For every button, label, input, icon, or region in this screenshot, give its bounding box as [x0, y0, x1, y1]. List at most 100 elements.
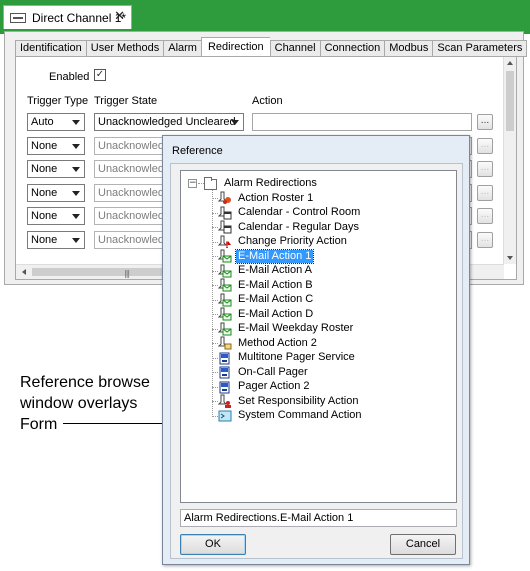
trigger-type-select[interactable]: None [27, 230, 85, 249]
tree-item[interactable]: E-Mail Action B [217, 278, 315, 292]
tab-alarm[interactable]: Alarm [163, 40, 201, 57]
pager-icon [218, 365, 232, 379]
close-icon[interactable]: ✕ [114, 9, 125, 24]
tab-modbus[interactable]: Modbus [384, 40, 433, 57]
collapse-icon[interactable]: − [188, 179, 197, 188]
tree-item[interactable]: Set Responsibility Action [217, 394, 360, 408]
tree-item[interactable]: E-Mail Action D [217, 307, 315, 321]
action-field[interactable] [252, 113, 472, 131]
document-tab[interactable]: Direct Channel 1* ✕ [3, 5, 132, 29]
trigger-type-value: None [31, 233, 58, 246]
email-icon [217, 322, 232, 336]
reference-tree[interactable]: − Alarm Redirections Action Roster 1 Calend… [180, 170, 457, 503]
tree-item-label: On-Call Pager [238, 365, 308, 378]
cancel-button[interactable]: Cancel [390, 534, 456, 555]
selected-path-field[interactable]: Alarm Redirections.E-Mail Action 1 [180, 509, 457, 527]
tree-item[interactable]: Pager Action 2 [218, 380, 312, 394]
tree-item[interactable]: Action Roster 1 [217, 191, 315, 205]
tree-item[interactable]: On-Call Pager [218, 365, 310, 379]
browse-action-button[interactable]: ... [477, 184, 493, 201]
tree-item-label: Set Responsibility Action [238, 394, 359, 407]
tree-connector [212, 190, 213, 415]
tree-item[interactable]: E-Mail Action C [217, 293, 315, 307]
trigger-type-select[interactable]: None [27, 160, 85, 178]
browse-action-button[interactable]: ... [477, 208, 493, 224]
action-header: Action [252, 95, 283, 107]
tree-item-label: Calendar - Regular Days [238, 220, 360, 233]
enabled-label: Enabled [49, 71, 90, 83]
tab-redirection[interactable]: Redirection [200, 37, 270, 57]
browse-action-button[interactable]: ... [477, 161, 493, 177]
tree-item-label: E-Mail Action B [238, 278, 313, 291]
calendar-icon [217, 206, 232, 220]
chevron-down-icon [72, 143, 80, 149]
tree-item[interactable]: Method Action 2 [217, 336, 319, 350]
reference-dialog: Reference − Alarm Redirections Action Rost… [162, 135, 470, 565]
ok-button[interactable]: OK [180, 534, 246, 555]
trigger-type-select[interactable]: None [27, 136, 85, 155]
folder-icon [204, 176, 218, 190]
chevron-down-icon [72, 214, 80, 219]
tree-item-label: Change Priority Action [238, 235, 347, 247]
channel-icon [10, 12, 26, 23]
scroll-left-icon[interactable] [22, 269, 26, 275]
tab-strip: Identification User Methods Alarm Redirecti… [15, 37, 528, 57]
tree-item[interactable]: E-Mail Action A [217, 264, 314, 278]
trigger-type-value: None [31, 163, 58, 175]
document-tab-title: Direct Channel 1* [32, 10, 127, 25]
browse-action-button[interactable]: ... [477, 231, 493, 248]
trigger-type-value: Auto [31, 116, 54, 128]
scroll-up-icon[interactable] [507, 61, 513, 65]
trigger-state-header: Trigger State [94, 95, 158, 107]
tree-root-alarm-redirections[interactable]: Alarm Redirections [204, 176, 319, 190]
trigger-state-select[interactable]: Unacknowledged Uncleared [94, 113, 244, 131]
annotation-text: Reference browse window overlays Form [20, 374, 150, 433]
tab-channel[interactable]: Channel [269, 40, 320, 57]
enabled-checkbox[interactable]: ✓ [94, 69, 106, 81]
tree-item-label: System Command Action [238, 409, 362, 421]
browse-action-button[interactable]: ... [477, 114, 493, 130]
email-icon [217, 264, 232, 278]
responsibility-icon [217, 394, 232, 408]
scroll-thumb[interactable] [506, 71, 514, 131]
roster-icon [217, 191, 232, 205]
email-icon [217, 293, 232, 307]
trigger-state-value: Unacknowledged Uncleared [98, 116, 236, 128]
tree-item-label: E-Mail Weekday Roster [238, 322, 354, 334]
pager-icon [218, 380, 232, 394]
email-icon [217, 278, 232, 292]
chevron-down-icon [72, 167, 80, 172]
tree-root-label: Alarm Redirections [224, 176, 317, 189]
tree-item[interactable]: Calendar - Regular Days [217, 220, 361, 234]
chevron-down-icon [72, 237, 80, 243]
tree-item-label: E-Mail Action C [238, 293, 314, 305]
tab-user-methods[interactable]: User Methods [85, 40, 164, 57]
chevron-down-icon [231, 120, 239, 125]
vertical-scrollbar[interactable] [503, 57, 516, 264]
tree-item[interactable]: Multitone Pager Service [218, 351, 357, 365]
tab-connection[interactable]: Connection [319, 40, 385, 57]
trigger-type-value: None [31, 186, 58, 199]
scroll-down-icon[interactable] [507, 256, 513, 260]
tree-item[interactable]: E-Mail Action 1 [217, 248, 315, 264]
email-icon [217, 249, 232, 263]
command-icon [218, 409, 232, 423]
tree-item[interactable]: E-Mail Weekday Roster [217, 322, 355, 336]
dialog-title: Reference [172, 145, 223, 157]
tab-identification[interactable]: Identification [15, 40, 86, 57]
tab-scan-parameters[interactable]: Scan Parameters [432, 40, 528, 57]
trigger-type-header: Trigger Type [27, 95, 89, 107]
calendar-icon [217, 220, 232, 234]
method-icon [217, 336, 232, 350]
email-icon [217, 307, 232, 321]
trigger-type-select[interactable]: None [27, 207, 85, 225]
tree-item[interactable]: Calendar - Control Room [217, 206, 362, 220]
trigger-type-value: None [31, 139, 58, 152]
trigger-type-select[interactable]: Auto [27, 113, 85, 131]
tree-item[interactable]: System Command Action [218, 409, 364, 423]
tree-item[interactable]: ! Change Priority Action [217, 235, 349, 251]
browse-action-button[interactable]: ... [477, 137, 493, 154]
trigger-type-select[interactable]: None [27, 183, 85, 202]
tree-item-label: Pager Action 2 [238, 380, 310, 392]
tree-item-label: E-Mail Action A [238, 264, 312, 276]
